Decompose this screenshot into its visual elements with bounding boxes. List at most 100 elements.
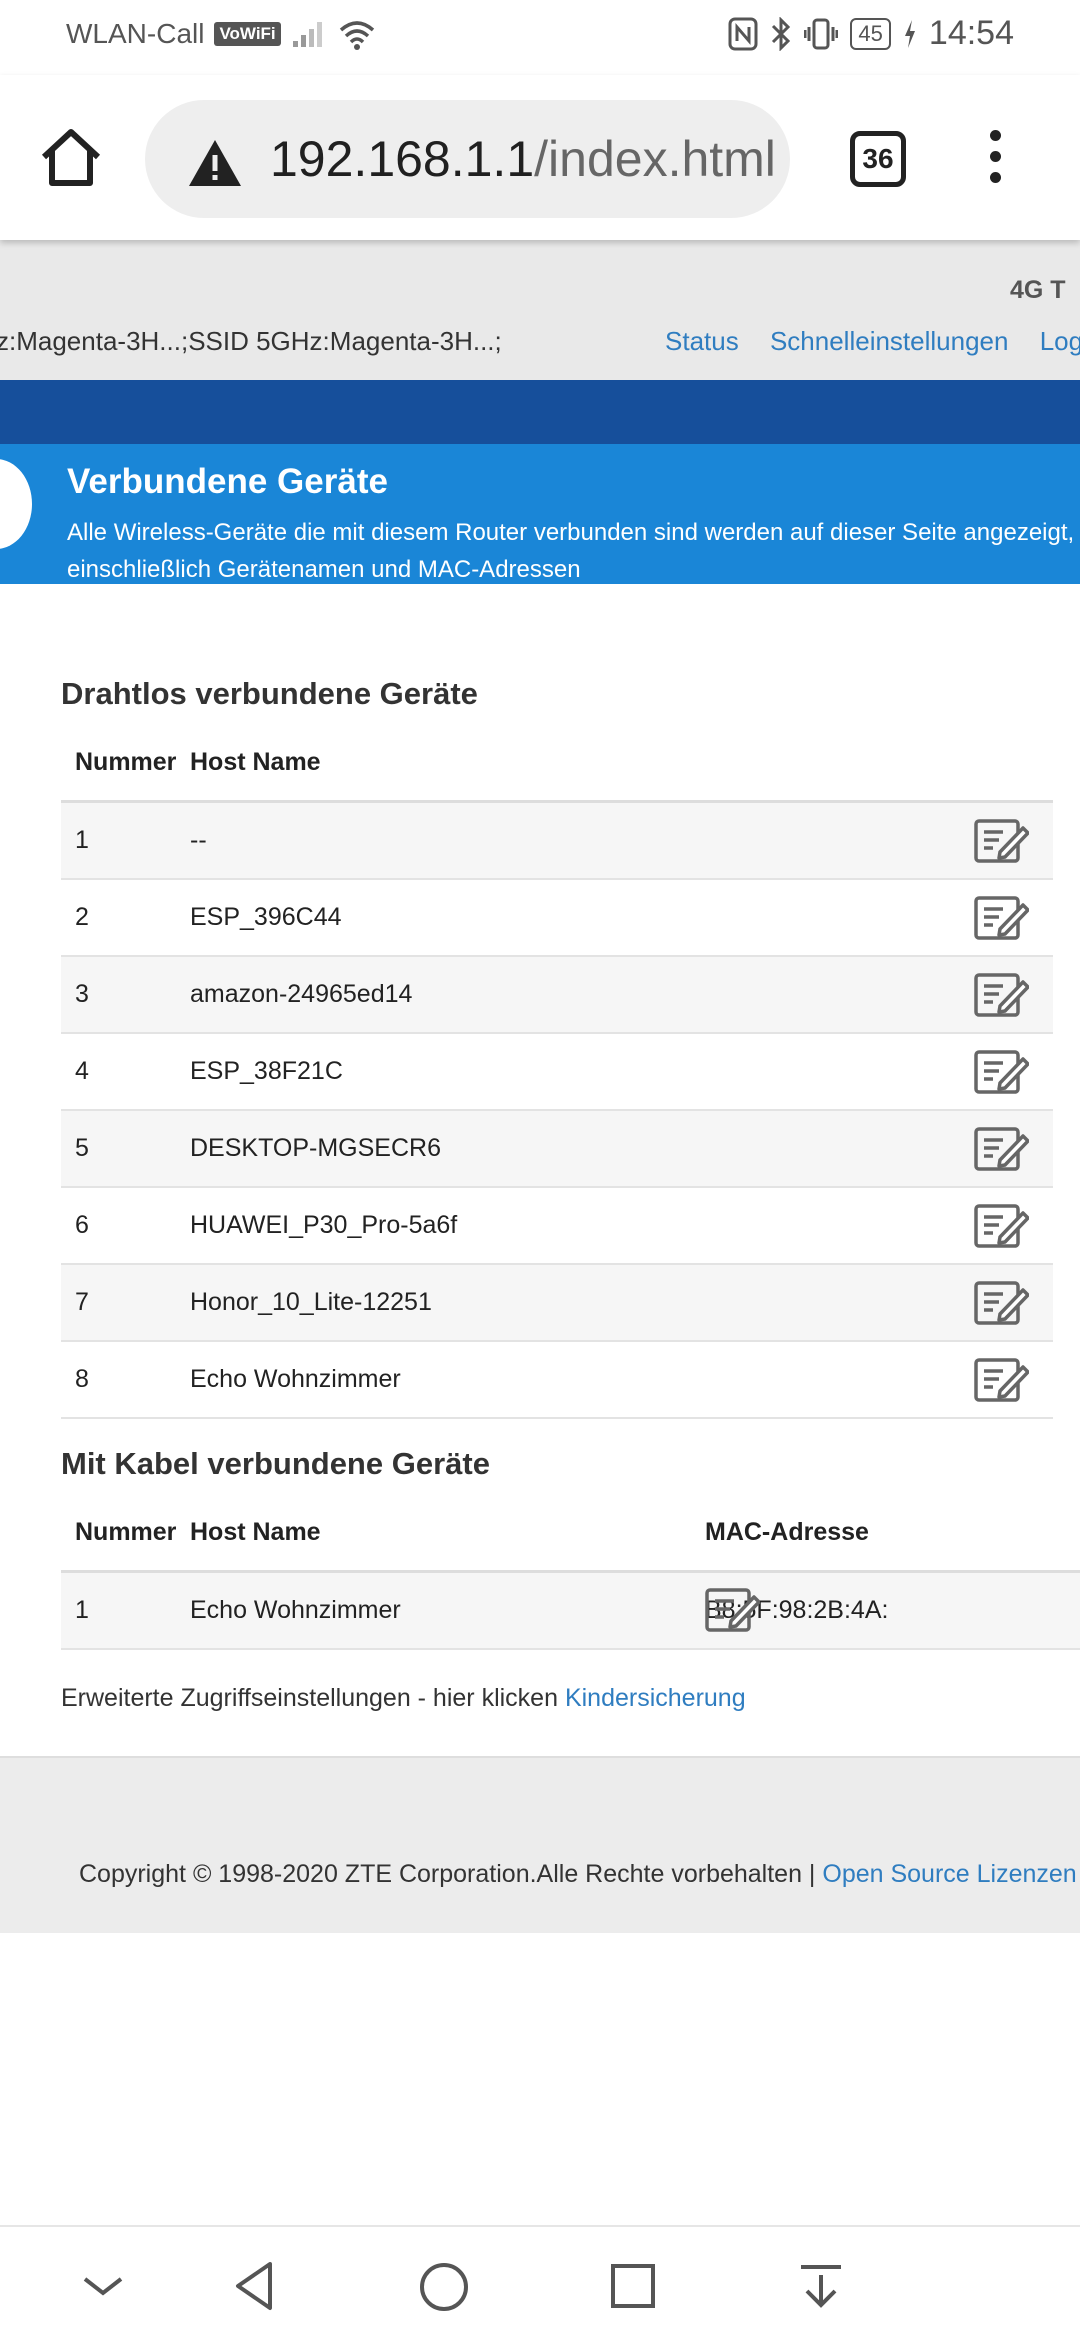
recents-icon[interactable]	[608, 2261, 658, 2311]
system-nav-bar	[0, 2225, 1080, 2342]
row-edit-cell	[941, 1264, 1053, 1342]
row-number: 1	[61, 1571, 190, 1650]
row-host-name: DESKTOP-MGSECR6	[190, 1110, 941, 1188]
tab-switcher-button[interactable]: 36	[850, 131, 906, 187]
row-host-cell: Echo Wohnzimmer	[190, 1571, 760, 1650]
row-edit-cell	[941, 879, 1053, 957]
edit-icon[interactable]	[973, 1278, 1029, 1328]
row-edit-cell	[941, 801, 1053, 880]
wireless-section-title: Drahtlos verbundene Geräte	[61, 676, 478, 711]
quick-settings-link[interactable]: Schnelleinstellungen	[770, 326, 1009, 356]
row-host-name: Echo Wohnzimmer	[190, 1341, 941, 1419]
row-host-name: amazon-24965ed14	[190, 956, 941, 1034]
row-number: 7	[61, 1264, 190, 1342]
row-number: 2	[61, 879, 190, 957]
table-row: 3 amazon-24965ed14	[61, 956, 1053, 1034]
wireless-table: Nummer Host Name 1 -- 2 ESP_396C44 3 amazon-2…	[61, 724, 1053, 1419]
row-number: 4	[61, 1033, 190, 1111]
row-edit-cell	[941, 956, 1053, 1034]
signal-icon	[292, 22, 322, 47]
edit-icon[interactable]	[973, 970, 1029, 1020]
battery-indicator: 45	[850, 17, 891, 50]
login-link[interactable]: Login	[1040, 326, 1080, 356]
address-bar[interactable]: 192.168.1.1/index.html	[145, 100, 790, 218]
bluetooth-icon	[772, 16, 791, 51]
row-edit-cell	[941, 1033, 1053, 1111]
wired-section-title: Mit Kabel verbundene Geräte	[61, 1446, 490, 1481]
row-edit-cell	[941, 1187, 1053, 1265]
status-link[interactable]: Status	[665, 326, 739, 356]
row-number: 6	[61, 1187, 190, 1265]
access-settings-text: Erweiterte Zugriffseinstellungen - hier …	[61, 1684, 746, 1713]
table-row: 7 Honor_10_Lite-12251	[61, 1264, 1053, 1342]
clock: 14:54	[928, 14, 1014, 52]
column-header-mac: MAC-Adresse	[705, 1494, 1080, 1573]
edit-icon[interactable]	[973, 1355, 1029, 1405]
edit-icon[interactable]	[973, 1124, 1029, 1174]
wired-table: Nummer Host Name MAC-Adresse 1 Echo Wohn…	[61, 1494, 1080, 1650]
column-header-host: Host Name	[190, 1494, 705, 1573]
back-icon[interactable]	[230, 2261, 280, 2311]
column-header-host: Host Name	[190, 724, 941, 803]
edit-icon[interactable]	[973, 1201, 1029, 1251]
copyright-label: Copyright © 1998-2020 ZTE Corporation.Al…	[79, 1860, 823, 1888]
ssid-info: z:Magenta-3H...;SSID 5GHz:Magenta-3H...;	[0, 326, 502, 356]
row-host-name: Honor_10_Lite-12251	[190, 1264, 941, 1342]
table-row: 6 HUAWEI_P30_Pro-5a6f	[61, 1187, 1053, 1265]
table-row: 4 ESP_38F21C	[61, 1033, 1053, 1111]
nfc-icon	[728, 17, 758, 50]
row-host-name: ESP_38F21C	[190, 1033, 941, 1111]
table-row: 2 ESP_396C44	[61, 879, 1053, 957]
status-right: 45 14:54	[728, 14, 1014, 53]
warning-icon[interactable]	[187, 138, 243, 188]
carrier-label: WLAN-Call	[66, 18, 205, 49]
row-host-name: HUAWEI_P30_Pro-5a6f	[190, 1187, 941, 1265]
home-circle-icon[interactable]	[418, 2261, 470, 2313]
vowifi-badge: VoWiFi	[214, 22, 281, 46]
column-header-number: Nummer	[61, 724, 190, 803]
nav-bar	[0, 380, 1080, 444]
page-description: Alle Wireless-Geräte die mit diesem Rout…	[67, 519, 1075, 583]
wifi-icon	[339, 21, 374, 50]
column-header-edit	[941, 724, 1053, 803]
parental-control-link[interactable]: Kindersicherung	[565, 1684, 746, 1712]
url-text[interactable]: 192.168.1.1/index.html	[270, 130, 776, 188]
banner-icon	[0, 459, 32, 549]
page-title: Verbundene Geräte	[67, 462, 388, 501]
edit-icon[interactable]	[704, 1585, 760, 1635]
row-edit-cell	[941, 1341, 1053, 1419]
network-type: 4G T	[1010, 276, 1066, 304]
router-header: 4G T z:Magenta-3H...;SSID 5GHz:Magenta-3…	[0, 240, 1080, 380]
table-row: 5 DESKTOP-MGSECR6	[61, 1110, 1053, 1188]
row-number: 5	[61, 1110, 190, 1188]
table-row: 1 --	[61, 801, 1053, 880]
row-number: 3	[61, 956, 190, 1034]
edit-icon[interactable]	[973, 816, 1029, 866]
page-banner: Verbundene Geräte Alle Wireless-Geräte d…	[0, 444, 1080, 584]
overflow-menu-icon[interactable]	[985, 130, 1005, 190]
access-label: Erweiterte Zugriffseinstellungen - hier …	[61, 1684, 565, 1712]
copyright-text: Copyright © 1998-2020 ZTE Corporation.Al…	[79, 1860, 1077, 1889]
row-edit-cell	[941, 1110, 1053, 1188]
url-host: 192.168.1.1	[270, 131, 535, 187]
table-row: 8 Echo Wohnzimmer	[61, 1341, 1053, 1419]
table-row: 1 Echo Wohnzimmer B8:5F:98:2B:4A:	[61, 1571, 1080, 1650]
chevron-down-icon[interactable]	[78, 2261, 128, 2311]
row-number: 1	[61, 801, 190, 880]
status-bar: WLAN-Call VoWiFi 45 14:54	[0, 0, 1080, 75]
notification-pulldown-icon[interactable]	[796, 2261, 846, 2311]
browser-toolbar: 192.168.1.1/index.html 36	[0, 75, 1080, 240]
column-header-number: Nummer	[61, 1494, 190, 1573]
url-path: /index.html	[534, 131, 776, 187]
open-source-link[interactable]: Open Source Lizenzen	[822, 1860, 1076, 1888]
row-host-name: --	[190, 801, 941, 880]
footer: Copyright © 1998-2020 ZTE Corporation.Al…	[0, 1756, 1080, 1933]
vibrate-icon	[804, 18, 839, 49]
edit-icon[interactable]	[973, 1047, 1029, 1097]
row-mac: B8:5F:98:2B:4A:	[705, 1571, 1080, 1650]
status-left: WLAN-Call VoWiFi	[66, 18, 377, 50]
home-icon[interactable]	[38, 125, 104, 191]
edit-icon[interactable]	[973, 893, 1029, 943]
row-host-name: ESP_396C44	[190, 879, 941, 957]
charging-icon	[904, 19, 915, 48]
